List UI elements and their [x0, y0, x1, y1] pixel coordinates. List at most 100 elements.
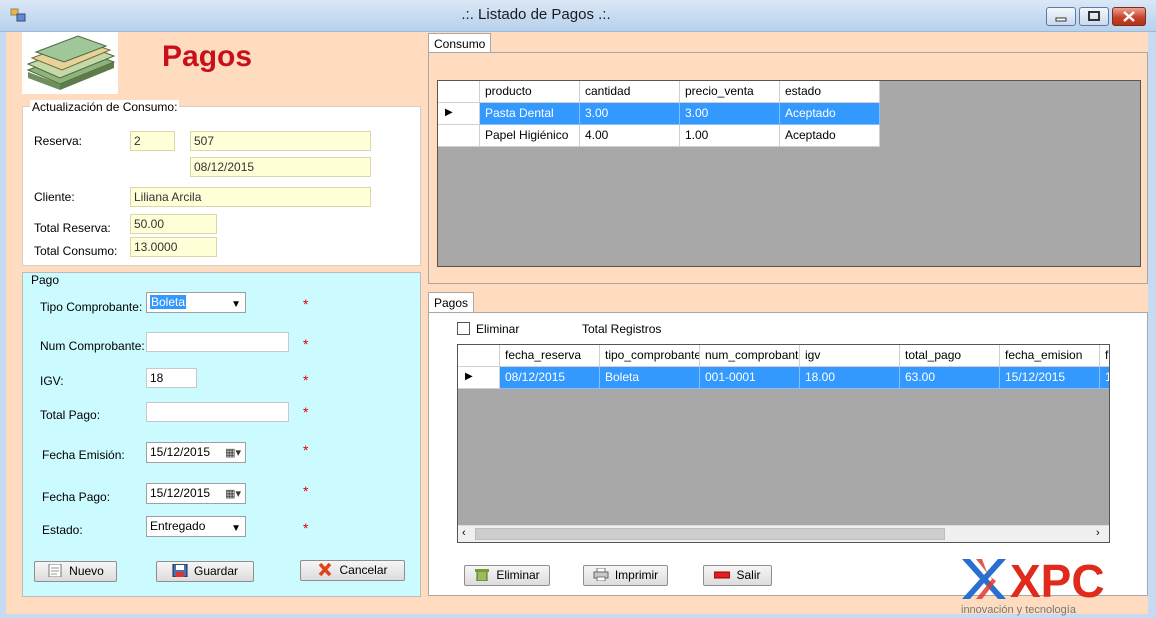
salir-button[interactable]: Salir: [703, 565, 772, 586]
table-cell[interactable]: Pasta Dental: [480, 103, 580, 125]
row-header-corner: [458, 345, 500, 367]
table-cell[interactable]: 3.00: [680, 103, 780, 125]
total-consumo-field[interactable]: 13.0000: [130, 237, 217, 257]
table-row[interactable]: Papel Higiénico 4.00 1.00 Aceptado: [438, 125, 880, 147]
column-header[interactable]: num_comprobante: [700, 345, 800, 367]
table-cell[interactable]: 08/12/2015: [500, 367, 600, 389]
tab-consumo[interactable]: Consumo: [428, 33, 492, 53]
horizontal-scrollbar[interactable]: ‹ ›: [458, 525, 1109, 542]
estado-value: Entregado: [150, 519, 206, 533]
required-mark: *: [303, 404, 309, 420]
required-mark: *: [303, 520, 309, 536]
scrollbar-thumb[interactable]: [475, 528, 945, 540]
column-header[interactable]: fecha_reserva: [500, 345, 600, 367]
required-mark: *: [303, 296, 309, 312]
nuevo-label: Nuevo: [69, 564, 104, 578]
table-cell[interactable]: Aceptado: [780, 103, 880, 125]
table-cell[interactable]: 15/12/2015: [1000, 367, 1100, 389]
table-cell[interactable]: Aceptado: [780, 125, 880, 147]
guardar-button[interactable]: Guardar: [156, 561, 254, 582]
maximize-icon: [1088, 11, 1100, 21]
igv-input[interactable]: 18: [146, 368, 197, 388]
close-button[interactable]: [1112, 7, 1146, 26]
estado-select[interactable]: Entregado ▼: [146, 516, 246, 537]
scroll-left-icon[interactable]: ‹: [462, 527, 466, 539]
tab-pagos[interactable]: Pagos: [428, 292, 475, 313]
pagos-grid[interactable]: fecha_reserva tipo_comprobante num_compr…: [457, 344, 1110, 543]
table-cell[interactable]: 4.00: [580, 125, 680, 147]
column-header[interactable]: precio_venta: [680, 81, 780, 103]
table-cell[interactable]: Boleta: [600, 367, 700, 389]
column-header[interactable]: producto: [480, 81, 580, 103]
logo-text: XPC: [1010, 555, 1105, 603]
cliente-label: Cliente:: [34, 190, 75, 204]
calendar-icon[interactable]: ▦▾: [225, 487, 241, 502]
total-reserva-field[interactable]: 50.00: [130, 214, 217, 234]
row-header[interactable]: ▶: [438, 103, 480, 125]
chevron-down-icon: ▼: [231, 523, 241, 534]
row-header[interactable]: ▶: [458, 367, 500, 389]
minimize-button[interactable]: [1046, 7, 1076, 26]
fecha-reserva-field[interactable]: 08/12/2015: [190, 157, 371, 177]
fecha-emision-picker[interactable]: 15/12/2015 ▦▾: [146, 442, 246, 463]
xpc-logo: XPC: [958, 555, 1148, 607]
guardar-label: Guardar: [193, 564, 239, 578]
calendar-icon[interactable]: ▦▾: [225, 446, 241, 461]
current-row-icon: ▶: [465, 371, 473, 382]
total-pago-input[interactable]: [146, 402, 289, 422]
reserva-id-field[interactable]: 2: [130, 131, 175, 151]
scroll-right-icon[interactable]: ›: [1096, 527, 1100, 539]
required-mark: *: [303, 336, 309, 352]
title-bar[interactable]: .:. Listado de Pagos .:.: [0, 0, 1156, 32]
maximize-button[interactable]: [1079, 7, 1109, 26]
fecha-pago-picker[interactable]: 15/12/2015 ▦▾: [146, 483, 246, 504]
close-icon: [1123, 11, 1135, 22]
fecha-pago-label: Fecha Pago:: [42, 490, 111, 504]
save-icon: [172, 563, 188, 578]
column-header[interactable]: igv: [800, 345, 900, 367]
fecha-emision-value: 15/12/2015: [150, 445, 211, 459]
nuevo-button[interactable]: Nuevo: [34, 561, 117, 582]
consumo-update-group: [22, 106, 421, 266]
habitacion-field[interactable]: 507: [190, 131, 371, 151]
column-header[interactable]: f: [1100, 345, 1109, 367]
column-header[interactable]: fecha_emision: [1000, 345, 1100, 367]
table-cell[interactable]: 1: [1100, 367, 1109, 389]
tipo-comprobante-select[interactable]: Boleta ▼: [146, 292, 246, 313]
logo-tagline: innovación y tecnología: [961, 604, 1076, 616]
table-row[interactable]: ▶ Pasta Dental 3.00 3.00 Aceptado: [438, 103, 880, 125]
consumo-grid[interactable]: producto cantidad precio_venta estado ▶ …: [437, 80, 1141, 267]
num-comprobante-input[interactable]: [146, 332, 289, 352]
column-header[interactable]: cantidad: [580, 81, 680, 103]
table-cell[interactable]: 63.00: [900, 367, 1000, 389]
fecha-emision-label: Fecha Emisión:: [42, 448, 125, 462]
estado-label: Estado:: [42, 523, 83, 537]
total-consumo-label: Total Consumo:: [34, 244, 118, 258]
required-mark: *: [303, 372, 309, 388]
row-header[interactable]: [438, 125, 480, 147]
column-header[interactable]: tipo_comprobante: [600, 345, 700, 367]
table-cell[interactable]: 3.00: [580, 103, 680, 125]
cliente-field[interactable]: Liliana Arcila: [130, 187, 371, 207]
minimize-icon: [1055, 17, 1067, 22]
tipo-comprobante-label: Tipo Comprobante:: [40, 300, 143, 314]
pago-group: [22, 272, 421, 597]
eliminar-button[interactable]: Eliminar: [464, 565, 550, 586]
imprimir-button[interactable]: Imprimir: [583, 565, 668, 586]
page-title: Pagos: [162, 40, 253, 73]
table-cell[interactable]: Papel Higiénico: [480, 125, 580, 147]
tipo-comprobante-value: Boleta: [150, 295, 187, 309]
eliminar-checkbox[interactable]: [457, 322, 470, 335]
cancelar-button[interactable]: Cancelar: [300, 560, 405, 581]
table-cell[interactable]: 18.00: [800, 367, 900, 389]
document-icon: [47, 563, 63, 578]
table-cell[interactable]: 1.00: [680, 125, 780, 147]
imprimir-label: Imprimir: [614, 568, 659, 582]
column-header[interactable]: estado: [780, 81, 880, 103]
column-header[interactable]: total_pago: [900, 345, 1000, 367]
pago-legend: Pago: [29, 273, 62, 287]
table-row[interactable]: ▶ 08/12/2015 Boleta 001-0001 18.00 63.00…: [458, 367, 1109, 389]
table-cell[interactable]: 001-0001: [700, 367, 800, 389]
printer-icon: [593, 567, 609, 582]
pagos-grid-header: fecha_reserva tipo_comprobante num_compr…: [458, 345, 1109, 367]
